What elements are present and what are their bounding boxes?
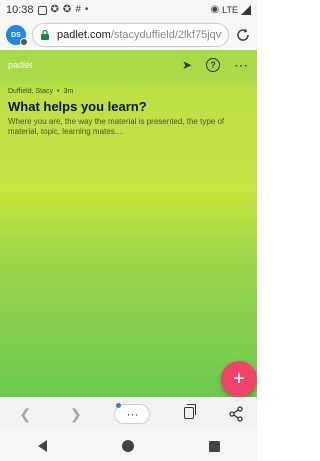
incognito-badge-icon <box>20 38 28 46</box>
status-left: 10:38 ✪ ✪ # • <box>6 4 88 16</box>
padlet-board: padlet ➤ ? ⋯ Duffield, Stacy • 3m What h… <box>0 50 257 397</box>
add-post-button[interactable]: + <box>221 361 257 397</box>
tabs-button[interactable] <box>177 404 201 422</box>
avatar[interactable]: DS <box>6 25 28 46</box>
post-body: Where you are, the way the material is p… <box>8 117 225 136</box>
more-options-icon[interactable]: ⋯ <box>234 57 249 74</box>
post-author: Duffield, Stacy <box>8 88 54 95</box>
padlet-logo[interactable]: padlet <box>8 60 33 70</box>
post-age: 3m <box>63 88 74 95</box>
back-icon[interactable] <box>37 440 47 452</box>
chevron-left-icon[interactable]: ❮ <box>13 406 37 423</box>
url-text: padlet.com/stacyduffield/2lkf75jqvylte <box>57 29 222 41</box>
dot-icon: • <box>84 4 89 15</box>
avatar-initials: DS <box>11 31 21 39</box>
status-time: 10:38 <box>6 4 34 16</box>
twitter-icon-2: ✪ <box>62 4 72 15</box>
home-icon[interactable] <box>121 440 134 452</box>
share-arrow-icon[interactable]: ➤ <box>182 58 192 72</box>
system-nav-bar <box>0 431 257 461</box>
grid-icon: # <box>75 4 81 15</box>
url-path: /stacyduffield/2lkf75jqvylte <box>110 29 222 41</box>
reload-icon[interactable] <box>235 27 251 43</box>
menu-button[interactable]: ··· <box>114 403 151 424</box>
post-card[interactable]: Duffield, Stacy • 3m What helps you lear… <box>0 84 257 192</box>
url-domain: padlet.com <box>57 29 111 41</box>
padlet-header: padlet ➤ ? ⋯ <box>0 50 257 80</box>
recents-icon[interactable] <box>208 440 220 452</box>
post-separator: • <box>57 88 60 95</box>
plus-icon: + <box>233 367 245 390</box>
network-label: LTE <box>222 5 238 15</box>
status-right: ◉ LTE <box>210 5 251 15</box>
padlet-actions: ➤ ? ⋯ <box>182 57 249 74</box>
twitter-icon: ✪ <box>50 4 59 15</box>
vibrate-icon: ◉ <box>210 4 220 15</box>
notification-dot <box>116 403 122 408</box>
url-bar[interactable]: padlet.com/stacyduffield/2lkf75jqvylte <box>32 23 229 47</box>
share-icon[interactable] <box>228 406 244 422</box>
chevron-right-icon[interactable]: ❯ <box>64 406 88 423</box>
menu-dots-icon: ··· <box>126 407 139 421</box>
browser-bar: DS padlet.com/stacyduffield/2lkf75jqvylt… <box>0 20 257 50</box>
lock-icon <box>41 29 49 40</box>
signal-icon <box>241 5 251 15</box>
post-meta: Duffield, Stacy • 3m <box>8 88 249 95</box>
tabs-icon <box>184 404 197 419</box>
status-bar: 10:38 ✪ ✪ # • ◉ LTE <box>0 0 257 20</box>
browser-toolbar: ❮ ❯ ··· <box>0 397 257 431</box>
help-icon[interactable]: ? <box>206 58 220 72</box>
post-title: What helps you learn? <box>8 99 147 114</box>
notification-icon <box>37 5 47 15</box>
